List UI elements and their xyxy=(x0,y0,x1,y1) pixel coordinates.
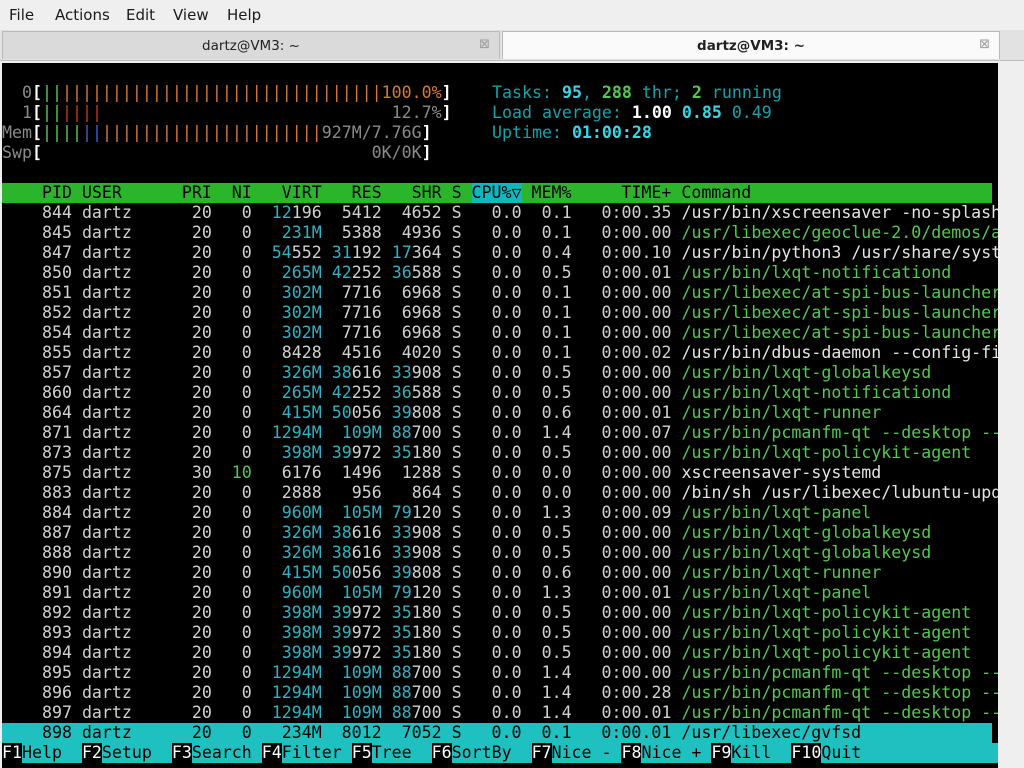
fkey-f2[interactable]: F2 xyxy=(82,743,102,763)
terminal-view[interactable]: 0[||||||||||||||||||||||||||||||||||100.… xyxy=(2,63,998,768)
fkey-label[interactable]: Filter xyxy=(281,743,352,763)
menu-edit[interactable]: Edit xyxy=(126,6,155,24)
fkey-f3[interactable]: F3 xyxy=(172,743,192,763)
table-row-selected[interactable]: 898 dartz 20 0 234M 8012 7052 S 0.0 0.1 … xyxy=(2,723,992,743)
fkey-label[interactable]: Quit xyxy=(821,743,998,763)
table-row[interactable]: 844 dartz 20 0 12196 5412 4652 S 0.0 0.1… xyxy=(2,203,998,223)
fkey-f4[interactable]: F4 xyxy=(262,743,282,763)
menu-file[interactable]: File xyxy=(9,6,34,24)
table-row[interactable]: 850 dartz 20 0 265M 42252 36588 S 0.0 0.… xyxy=(2,263,998,283)
table-row[interactable]: 854 dartz 20 0 302M 7716 6968 S 0.0 0.1 … xyxy=(2,323,998,343)
tab-title: dartz@VM3: ~ xyxy=(202,38,300,54)
fkey-f5[interactable]: F5 xyxy=(352,743,372,763)
swp-meter: Swp[ 0K/0K] xyxy=(2,143,432,162)
table-row[interactable]: 852 dartz 20 0 302M 7716 6968 S 0.0 0.1 … xyxy=(2,303,998,323)
tab-title: dartz@VM3: ~ xyxy=(697,38,805,54)
tab-terminal-2[interactable]: dartz@VM3: ~ ⊠ xyxy=(502,31,1000,59)
close-icon[interactable]: ⊠ xyxy=(479,37,490,52)
mem-value: 927M/7.76G xyxy=(321,123,422,142)
table-row[interactable]: 883 dartz 20 0 2888 956 864 S 0.0 0.0 0:… xyxy=(2,483,998,503)
fkey-label[interactable]: Nice - xyxy=(551,743,622,763)
tab-terminal-1[interactable]: dartz@VM3: ~ ⊠ xyxy=(2,31,500,59)
fkey-label[interactable]: Help xyxy=(21,743,82,763)
table-row[interactable]: 887 dartz 20 0 326M 38616 33908 S 0.0 0.… xyxy=(2,523,998,543)
menu-actions[interactable]: Actions xyxy=(55,6,110,24)
fkey-label[interactable]: SortBy xyxy=(451,743,532,763)
table-row[interactable]: 847 dartz 20 0 54552 31192 17364 S 0.0 0… xyxy=(2,243,998,263)
cpu1-bar: |||||| xyxy=(41,103,102,122)
uptime: Uptime: 01:00:28 xyxy=(492,123,652,142)
table-row[interactable]: 875 dartz 30 10 6176 1496 1288 S 0.0 0.0… xyxy=(2,463,998,483)
fkey-f1[interactable]: F1 xyxy=(2,743,22,763)
table-row[interactable]: 864 dartz 20 0 415M 50056 39808 S 0.0 0.… xyxy=(2,403,998,423)
close-icon[interactable]: ⊠ xyxy=(979,37,990,52)
table-row[interactable]: 845 dartz 20 0 231M 5388 4936 S 0.0 0.1 … xyxy=(2,223,998,243)
table-row[interactable]: 873 dartz 20 0 398M 39972 35180 S 0.0 0.… xyxy=(2,443,998,463)
window-edge xyxy=(998,61,1024,768)
fkey-f8[interactable]: F8 xyxy=(621,743,641,763)
fkey-label[interactable]: Setup xyxy=(101,743,172,763)
fkey-f7[interactable]: F7 xyxy=(532,743,552,763)
tasks-summary: Tasks: 95, 288 thr; 2 running xyxy=(492,83,782,102)
table-row[interactable]: 871 dartz 20 0 1294M 109M 88700 S 0.0 1.… xyxy=(2,423,998,443)
fkey-label[interactable]: Tree xyxy=(371,743,432,763)
swp-value: 0K/0K xyxy=(371,143,422,162)
table-row[interactable]: 896 dartz 20 0 1294M 109M 88700 S 0.0 1.… xyxy=(2,683,998,703)
table-row[interactable]: 860 dartz 20 0 265M 42252 36588 S 0.0 0.… xyxy=(2,383,998,403)
table-row[interactable]: 892 dartz 20 0 398M 39972 35180 S 0.0 0.… xyxy=(2,603,998,623)
table-row[interactable]: 893 dartz 20 0 398M 39972 35180 S 0.0 0.… xyxy=(2,623,998,643)
table-row[interactable]: 888 dartz 20 0 326M 38616 33908 S 0.0 0.… xyxy=(2,543,998,563)
fkey-f6[interactable]: F6 xyxy=(432,743,452,763)
table-row[interactable]: 851 dartz 20 0 302M 7716 6968 S 0.0 0.1 … xyxy=(2,283,998,303)
process-table-header[interactable]: PID USER PRI NI VIRT RES SHR S CPU%▽ MEM… xyxy=(2,183,992,203)
fkey-f10[interactable]: F10 xyxy=(791,743,821,763)
mem-bar: |||||||||||||||||||||||||||| xyxy=(41,123,322,142)
cpu0-value: 100.0% xyxy=(381,83,442,102)
function-key-bar: F1Help F2Setup F3Search F4Filter F5Tree … xyxy=(2,743,998,763)
table-row[interactable]: 895 dartz 20 0 1294M 109M 88700 S 0.0 1.… xyxy=(2,663,998,683)
menu-view[interactable]: View xyxy=(173,6,209,24)
fkey-f9[interactable]: F9 xyxy=(711,743,731,763)
table-row[interactable]: 890 dartz 20 0 415M 50056 39808 S 0.0 0.… xyxy=(2,563,998,583)
fkey-label[interactable]: Search xyxy=(191,743,262,763)
table-row[interactable]: 891 dartz 20 0 960M 105M 79120 S 0.0 1.3… xyxy=(2,583,998,603)
load-average: Load average: 1.00 0.85 0.49 xyxy=(492,103,772,122)
table-row[interactable]: 894 dartz 20 0 398M 39972 35180 S 0.0 0.… xyxy=(2,643,998,663)
table-row[interactable]: 884 dartz 20 0 960M 105M 79120 S 0.0 1.3… xyxy=(2,503,998,523)
cpu0-bar: |||||||||||||||||||||||||||||||||| xyxy=(41,83,382,102)
table-row[interactable]: 857 dartz 20 0 326M 38616 33908 S 0.0 0.… xyxy=(2,363,998,383)
fkey-label[interactable]: Nice + xyxy=(641,743,712,763)
table-row[interactable]: 897 dartz 20 0 1294M 109M 88700 S 0.0 1.… xyxy=(2,703,998,723)
menu-help[interactable]: Help xyxy=(227,6,261,24)
swp-bar xyxy=(42,143,372,162)
cpu1-value: 12.7% xyxy=(391,103,442,122)
tab-bar: dartz@VM3: ~ ⊠ dartz@VM3: ~ ⊠ xyxy=(0,30,1024,61)
fkey-label[interactable]: Kill xyxy=(731,743,792,763)
table-row[interactable]: 855 dartz 20 0 8428 4516 4020 S 0.0 0.1 … xyxy=(2,343,998,363)
menubar: File Actions Edit View Help xyxy=(0,0,1024,30)
